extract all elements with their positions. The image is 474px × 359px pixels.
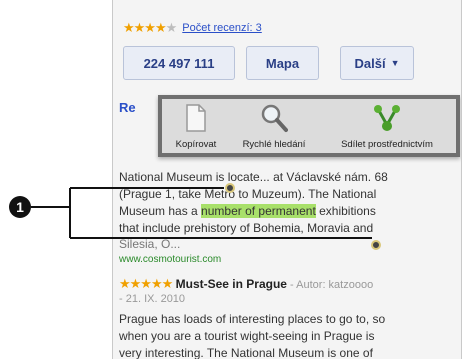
callout-bracket — [31, 187, 372, 239]
